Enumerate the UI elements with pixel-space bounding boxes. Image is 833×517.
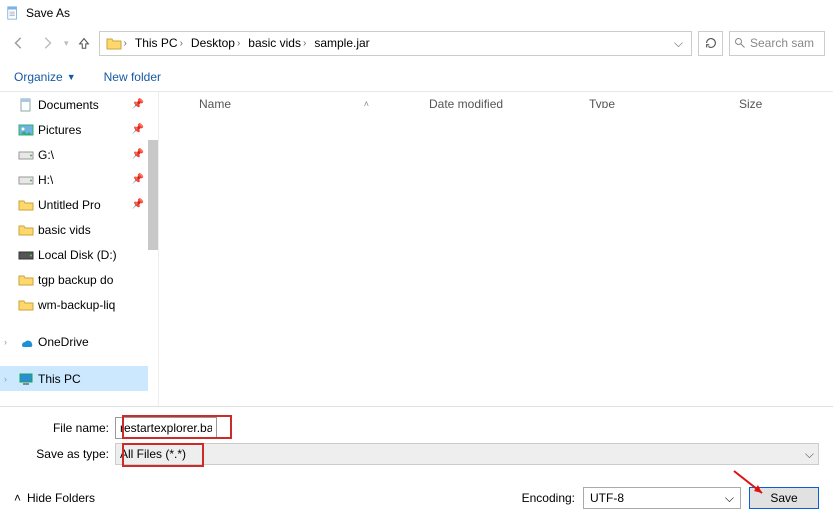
- pictures-icon: [18, 122, 34, 138]
- breadcrumb-this-pc[interactable]: This PC›: [131, 32, 187, 55]
- tree-item[interactable]: G:\ 📌: [0, 142, 148, 167]
- thispc-icon: [18, 371, 34, 387]
- chevron-right-icon: ›: [237, 38, 240, 49]
- tree-item[interactable]: Untitled Pro 📌: [0, 192, 148, 217]
- hide-folders-toggle[interactable]: ˄ Hide Folders: [14, 491, 95, 505]
- breadcrumb-basic-vids[interactable]: basic vids›: [244, 32, 310, 55]
- chevron-up-icon: ˄: [14, 491, 21, 505]
- file-name-input[interactable]: [115, 417, 217, 439]
- drive-icon: [18, 147, 34, 163]
- file-list[interactable]: Name˄ Date modified Type Size: [158, 92, 833, 406]
- chevron-right-icon: ›: [180, 38, 183, 49]
- tree-scrollbar[interactable]: [148, 92, 158, 406]
- recent-dropdown[interactable]: ▾: [64, 38, 69, 49]
- pin-icon: 📌: [132, 149, 144, 160]
- tree-item[interactable]: wm-backup-liq: [0, 292, 148, 317]
- pin-icon: 📌: [132, 199, 144, 210]
- breadcrumb-desktop[interactable]: Desktop›: [187, 32, 244, 55]
- folder-icon: [18, 297, 34, 313]
- expand-chevron-icon: ›: [4, 374, 7, 384]
- tree-item[interactable]: › This PC: [0, 366, 148, 391]
- pin-icon: 📌: [132, 99, 144, 110]
- drive-icon: [18, 172, 34, 188]
- tree-item[interactable]: Pictures 📌: [0, 117, 148, 142]
- tree-item-label: Local Disk (D:): [38, 248, 117, 262]
- chevron-down-icon: ▼: [67, 72, 76, 82]
- tree-item-label: G:\: [38, 148, 54, 162]
- file-name-label: File name:: [14, 421, 109, 435]
- tree-item[interactable]: Documents 📌: [0, 92, 148, 117]
- up-button[interactable]: [75, 34, 93, 52]
- navigation-bar: ▾ › This PC› Desktop› basic vids› sample…: [0, 28, 833, 58]
- tree-item[interactable]: basic vids: [0, 217, 148, 242]
- address-bar[interactable]: › This PC› Desktop› basic vids› sample.j…: [99, 31, 692, 56]
- save-form: File name: Save as type: All Files (*.*)…: [0, 406, 833, 517]
- search-icon: [734, 37, 746, 49]
- tree-item-label: H:\: [38, 173, 53, 187]
- folder-icon: [106, 35, 122, 51]
- folder-icon: [18, 197, 34, 213]
- chevron-right-icon: ›: [124, 38, 127, 49]
- breadcrumb-sample-jar[interactable]: sample.jar: [310, 32, 373, 55]
- tree-item-label: tgp backup do: [38, 273, 113, 287]
- tree-item-label: OneDrive: [38, 335, 89, 349]
- address-dropdown[interactable]: ⌵: [668, 36, 689, 51]
- forward-button[interactable]: [36, 32, 58, 54]
- tree-item[interactable]: H:\ 📌: [0, 167, 148, 192]
- title-bar: Save As: [0, 0, 833, 26]
- encoding-select[interactable]: UTF-8 ⌵: [583, 487, 741, 509]
- sort-asc-icon: ˄: [364, 99, 369, 109]
- new-folder-button[interactable]: New folder: [104, 70, 161, 84]
- annotation-arrow: [732, 469, 772, 501]
- refresh-button[interactable]: [698, 31, 723, 56]
- tree-item-label: wm-backup-liq: [38, 298, 115, 312]
- tree-item-label: Documents: [38, 98, 99, 112]
- documents-icon: [18, 97, 34, 113]
- back-button[interactable]: [8, 32, 30, 54]
- folder-icon: [18, 222, 34, 238]
- chevron-down-icon: ⌵: [805, 447, 814, 462]
- organize-button[interactable]: Organize ▼: [14, 70, 76, 84]
- tree-item[interactable]: tgp backup do: [0, 267, 148, 292]
- chevron-right-icon: ›: [303, 38, 306, 49]
- pin-icon: 📌: [132, 174, 144, 185]
- tree-item-label: Untitled Pro: [38, 198, 101, 212]
- folder-tree: Documents 📌 Pictures 📌 G:\ 📌 H:\ 📌 Untitled Pro 📌…: [0, 92, 148, 406]
- breadcrumb-root[interactable]: ›: [102, 32, 131, 55]
- notepad-icon: [6, 6, 20, 20]
- tree-item-label: This PC: [38, 372, 81, 386]
- pin-icon: 📌: [132, 124, 144, 135]
- save-as-type-label: Save as type:: [14, 447, 109, 461]
- window-title: Save As: [26, 6, 70, 20]
- main-pane: Documents 📌 Pictures 📌 G:\ 📌 H:\ 📌 Untitled Pro 📌…: [0, 92, 833, 406]
- expand-chevron-icon: ›: [4, 337, 7, 347]
- toolbar: Organize ▼ New folder: [0, 62, 833, 92]
- tree-item[interactable]: › OneDrive: [0, 329, 148, 354]
- onedrive-icon: [18, 334, 34, 350]
- drive-dark-icon: [18, 247, 34, 263]
- save-as-type-select[interactable]: All Files (*.*) ⌵: [115, 443, 819, 465]
- tree-item-label: Pictures: [38, 123, 81, 137]
- search-placeholder: Search sam: [750, 36, 814, 50]
- tree-item-label: basic vids: [38, 223, 91, 237]
- search-input[interactable]: Search sam: [729, 31, 825, 56]
- encoding-label: Encoding:: [522, 491, 575, 505]
- tree-item[interactable]: Local Disk (D:): [0, 242, 148, 267]
- folder-icon: [18, 272, 34, 288]
